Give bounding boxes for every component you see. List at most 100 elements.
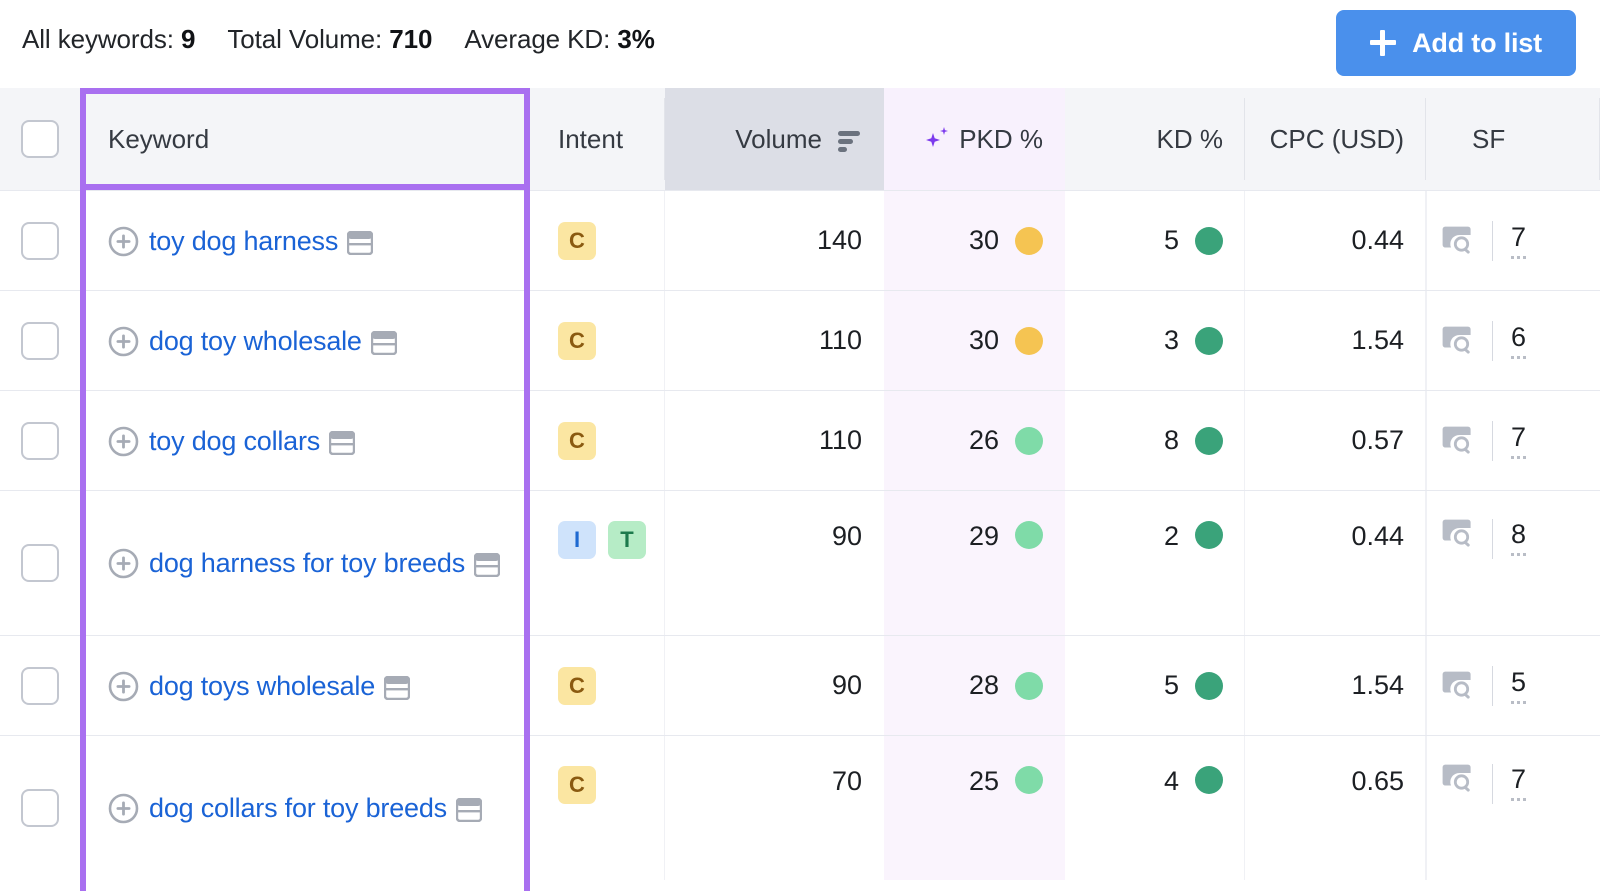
kd-cell: 2	[1065, 491, 1245, 635]
serp-feature-image-icon[interactable]	[1440, 426, 1474, 456]
intent-badge-c[interactable]: C	[558, 421, 596, 460]
cpc-cell: 1.54	[1245, 291, 1426, 390]
plus-circle-icon[interactable]	[108, 792, 139, 824]
cpc-cell: 0.44	[1245, 191, 1426, 290]
kd-cell: 5	[1065, 191, 1245, 290]
row-checkbox[interactable]	[21, 321, 59, 360]
row-select-cell	[0, 191, 80, 290]
cpc-cell-value: 1.54	[1351, 325, 1404, 355]
summary-stat-value: 9	[180, 24, 196, 54]
row-checkbox[interactable]	[21, 789, 59, 827]
plus-circle-icon[interactable]	[108, 547, 139, 579]
row-select-cell	[0, 391, 80, 490]
keyword-link[interactable]: toy dog collars	[149, 426, 320, 456]
kd-cell-indicator-dot	[1195, 521, 1223, 549]
serp-features-count[interactable]: 5	[1511, 667, 1527, 704]
row-checkbox[interactable]	[21, 421, 59, 460]
serp-preview-icon[interactable]	[370, 323, 397, 355]
table-header-row: Keyword Intent Volume PKD % KD % CPC (US…	[0, 88, 1600, 190]
table-row[interactable]: toy dog collars C 110 26 8 0.57 7	[0, 390, 1600, 490]
volume-cell: 140	[665, 191, 884, 290]
serp-features-count[interactable]: 7	[1511, 422, 1527, 459]
serp-preview-icon[interactable]	[455, 790, 483, 823]
row-checkbox[interactable]	[21, 221, 59, 260]
column-header-volume[interactable]: Volume	[665, 88, 884, 190]
column-header-keyword-label: Keyword	[108, 123, 210, 154]
plus-icon	[1370, 30, 1397, 56]
row-checkbox[interactable]	[21, 666, 59, 705]
column-header-intent[interactable]: Intent	[530, 88, 665, 190]
kd-cell-indicator-dot	[1195, 426, 1223, 455]
intent-cell: C	[530, 391, 665, 490]
kd-cell: 8	[1065, 391, 1245, 490]
select-all-checkbox[interactable]	[21, 120, 59, 158]
table-row[interactable]: dog toys wholesale C 90 28 5 1.54 5	[0, 635, 1600, 735]
plus-circle-icon[interactable]	[108, 325, 139, 356]
serp-features-count[interactable]: 7	[1511, 764, 1527, 801]
serp-feature-image-icon[interactable]	[1440, 764, 1474, 794]
column-header-sf[interactable]: SF	[1426, 88, 1600, 190]
sf-divider	[1492, 320, 1493, 361]
serp-features-count[interactable]: 8	[1511, 519, 1527, 556]
intent-badge-c[interactable]: C	[558, 321, 596, 360]
serp-features-count[interactable]: 6	[1511, 322, 1527, 359]
sort-descending-icon[interactable]	[836, 128, 862, 152]
serp-feature-image-icon[interactable]	[1440, 519, 1474, 549]
kd-cell-indicator-dot	[1195, 671, 1223, 700]
keyword-link[interactable]: dog harness for toy breeds	[149, 548, 465, 578]
table-row[interactable]: dog harness for toy breeds I T 90 29 2 0.44 8	[0, 490, 1600, 635]
serp-features-cell: 7	[1426, 191, 1600, 290]
plus-circle-icon[interactable]	[108, 425, 139, 456]
cpc-cell-value: 0.65	[1351, 766, 1404, 796]
kd-cell: 5	[1065, 636, 1245, 735]
volume-cell-value: 70	[831, 766, 862, 796]
serp-preview-icon[interactable]	[346, 223, 374, 255]
intent-badge-c[interactable]: C	[558, 221, 596, 260]
pkd-cell: 28	[884, 636, 1065, 735]
serp-feature-image-icon[interactable]	[1440, 226, 1474, 256]
intent-badge-c[interactable]: C	[558, 666, 596, 705]
serp-preview-icon[interactable]	[383, 668, 411, 700]
column-header-kd[interactable]: KD %	[1065, 88, 1245, 190]
intent-badge-i[interactable]: I	[558, 521, 596, 559]
pkd-cell-value: 28	[968, 670, 999, 700]
pkd-cell-value: 30	[968, 325, 999, 355]
sf-divider	[1492, 519, 1493, 559]
serp-feature-image-icon[interactable]	[1440, 326, 1474, 356]
serp-features-cell: 5	[1426, 636, 1600, 735]
table-row[interactable]: dog toy wholesale C 110 30 3 1.54 6	[0, 290, 1600, 390]
volume-cell-value: 90	[831, 670, 862, 700]
column-header-keyword[interactable]: Keyword	[80, 88, 530, 190]
serp-features-count[interactable]: 7	[1511, 222, 1527, 259]
table-row[interactable]: toy dog harness C 140 30 5 0.44 7	[0, 190, 1600, 290]
plus-circle-icon[interactable]	[108, 670, 139, 701]
row-checkbox[interactable]	[21, 544, 59, 582]
cpc-cell-value: 1.54	[1351, 670, 1404, 700]
ai-sparkle-icon	[921, 124, 951, 154]
column-header-intent-label: Intent	[558, 123, 624, 154]
intent-badge-c[interactable]: C	[558, 766, 596, 804]
serp-feature-image-icon[interactable]	[1440, 671, 1474, 701]
intent-badge-t[interactable]: T	[608, 521, 646, 559]
kd-cell-indicator-dot	[1195, 226, 1223, 255]
summary-stat: All keywords: 9	[22, 24, 195, 54]
keyword-link[interactable]: dog toy wholesale	[149, 326, 362, 356]
volume-cell-value: 140	[816, 225, 862, 255]
pkd-cell-indicator-dot	[1015, 326, 1043, 355]
column-header-pkd[interactable]: PKD %	[884, 88, 1065, 190]
add-to-list-button[interactable]: Add to list	[1336, 10, 1576, 76]
kd-cell-value: 3	[1163, 325, 1179, 355]
intent-cell: C	[530, 636, 665, 735]
summary-stat-value: 3%	[617, 24, 655, 54]
keyword-link[interactable]: dog collars for toy breeds	[149, 793, 447, 823]
serp-preview-icon[interactable]	[328, 423, 356, 455]
keyword-link[interactable]: toy dog harness	[149, 226, 338, 256]
kd-cell-value: 5	[1163, 225, 1179, 255]
keyword-cell: dog toys wholesale	[80, 636, 530, 735]
intent-cell: C	[530, 736, 665, 880]
table-row[interactable]: dog collars for toy breeds C 70 25 4 0.65 7	[0, 735, 1600, 880]
keyword-link[interactable]: dog toys wholesale	[149, 671, 375, 701]
plus-circle-icon[interactable]	[108, 225, 139, 256]
column-header-cpc[interactable]: CPC (USD)	[1245, 88, 1426, 190]
serp-preview-icon[interactable]	[473, 545, 501, 578]
